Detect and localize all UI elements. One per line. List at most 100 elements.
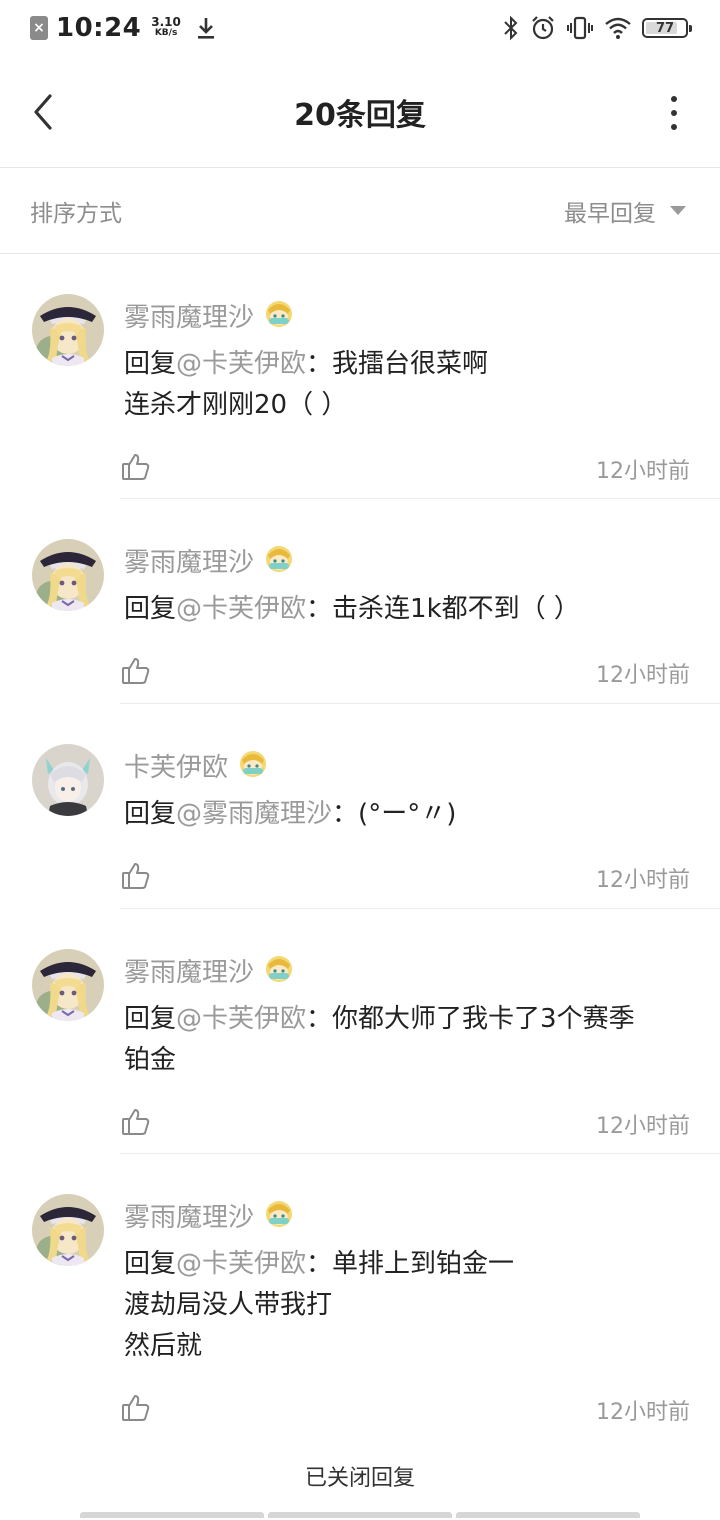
no-sim-icon: × [30,16,48,40]
nav-hint-bar [268,1512,452,1518]
bottom-navigation-hint [80,1512,640,1520]
app-bar: 20条回复 [0,56,720,168]
reply-mention[interactable]: @雾雨魔理沙 [176,799,332,829]
vibrate-icon [567,16,593,40]
level-badge-icon [262,296,296,334]
reply-text-line: 回复@卡芙伊欧：单排上到铂金一 [124,1244,690,1285]
download-icon [197,18,214,39]
reply-body: (°ー°〃) [358,799,457,829]
level-badge-icon [236,746,270,784]
sort-selected-value: 最早回复 [564,200,656,227]
level-badge-icon [262,951,296,989]
status-time: 10:24 [56,13,142,43]
reply-prefix: 回复 [124,1004,177,1034]
reply-text-line: 连杀才刚刚20（ ） [124,385,690,426]
reply-body: 然后就 [124,1331,203,1361]
reply-author-row: 雾雨魔理沙 [124,541,296,579]
reply-text-line: 回复@雾雨魔理沙：(°ー°〃) [124,794,690,835]
reply-text-line: 然后就 [124,1326,690,1367]
nav-hint-bar [80,1512,264,1518]
reply-text-line: 回复@卡芙伊欧：击杀连1k都不到（ ） [124,589,690,630]
reply-author-name[interactable]: 雾雨魔理沙 [124,297,254,334]
status-bar: × 10:24 3.10 KB/s 77 [0,0,720,56]
reply-body: 铂金 [124,1045,177,1075]
reply-body: 连杀才刚刚20（ ） [124,390,348,420]
reply-author-name[interactable]: 雾雨魔理沙 [124,1197,254,1234]
replies-closed-note: 已关闭回复 [304,1466,415,1491]
sort-label: 排序方式 [30,200,122,227]
battery-level: 77 [655,20,675,36]
bluetooth-icon [504,15,518,41]
avatar[interactable] [32,744,104,816]
reply-author-row: 卡芙伊欧 [124,746,270,784]
nav-hint-bar [456,1512,640,1518]
avatar[interactable] [32,1194,104,1266]
reply-body: 击杀连1k都不到（ ） [332,594,580,624]
thumbs-up-icon[interactable] [120,451,152,483]
reply-item[interactable]: 雾雨魔理沙回复@卡芙伊欧：单排上到铂金一渡劫局没人带我打 然后就 12小时前 [0,1154,720,1434]
reply-mention[interactable]: @卡芙伊欧 [176,349,306,379]
reply-timestamp: 12小时前 [596,459,690,484]
reply-colon: ： [306,1249,333,1279]
thumbs-up-icon[interactable] [120,1106,152,1138]
reply-author-row: 雾雨魔理沙 [124,296,296,334]
reply-timestamp: 12小时前 [596,663,690,688]
reply-colon: ： [306,594,333,624]
reply-item[interactable]: 雾雨魔理沙回复@卡芙伊欧：击杀连1k都不到（ ） 12小时前 [0,499,720,704]
reply-mention[interactable]: @卡芙伊欧 [176,1004,306,1034]
reply-colon: ： [306,1004,333,1034]
network-speed-unit: KB/s [154,28,178,38]
avatar[interactable] [32,949,104,1021]
reply-body: 我擂台很菜啊 [332,349,489,379]
page-title: 20条回复 [294,98,426,133]
status-left: × 10:24 3.10 KB/s [30,13,217,43]
reply-timestamp: 12小时前 [596,1400,690,1425]
reply-colon: ： [332,799,359,829]
avatar[interactable] [32,294,104,366]
reply-text-line: 渡劫局没人带我打 [124,1285,690,1326]
reply-text: 回复@卡芙伊欧：我擂台很菜啊连杀才刚刚20（ ） [124,344,690,426]
reply-item[interactable]: 雾雨魔理沙回复@卡芙伊欧：你都大师了我卡了3个赛季铂金 12小时前 [0,909,720,1154]
reply-prefix: 回复 [124,1249,177,1279]
reply-author-name[interactable]: 雾雨魔理沙 [124,542,254,579]
reply-mention[interactable]: @卡芙伊欧 [176,1249,306,1279]
reply-timestamp: 12小时前 [596,868,690,893]
sort-dropdown[interactable]: 最早回复 [564,194,686,228]
reply-item[interactable]: 卡芙伊欧回复@雾雨魔理沙：(°ー°〃) 12小时前 [0,704,720,909]
reply-timestamp: 12小时前 [596,1114,690,1139]
level-badge-icon [262,1196,296,1234]
reply-author-name[interactable]: 雾雨魔理沙 [124,952,254,989]
reply-text-line: 铂金 [124,1040,690,1081]
avatar[interactable] [32,539,104,611]
reply-text-line: 回复@卡芙伊欧：我擂台很菜啊 [124,344,690,385]
network-speed-value: 3.10 [151,15,181,29]
reply-body: 单排上到铂金一 [332,1249,515,1279]
status-right: 77 [502,15,692,41]
thumbs-up-icon[interactable] [120,655,152,687]
reply-item[interactable]: 雾雨魔理沙回复@卡芙伊欧：我擂台很菜啊连杀才刚刚20（ ） 12小时前 [0,254,720,499]
alarm-icon [532,16,554,40]
reply-author-name[interactable]: 卡芙伊欧 [124,747,228,784]
thumbs-up-icon[interactable] [120,860,152,892]
reply-prefix: 回复 [124,799,177,829]
reply-text: 回复@卡芙伊欧：单排上到铂金一渡劫局没人带我打 然后就 [124,1244,690,1367]
reply-text-line: 回复@卡芙伊欧：你都大师了我卡了3个赛季 [124,999,690,1040]
reply-body: 渡劫局没人带我打 [124,1290,333,1320]
thumbs-up-icon[interactable] [120,1392,152,1424]
level-badge-icon [262,541,296,579]
network-speed: 3.10 KB/s [151,15,181,39]
reply-text: 回复@卡芙伊欧：你都大师了我卡了3个赛季铂金 [124,999,690,1081]
reply-prefix: 回复 [124,349,177,379]
reply-body: 你都大师了我卡了3个赛季 [332,1004,635,1034]
reply-colon: ： [306,349,333,379]
wifi-icon [605,17,631,39]
reply-text: 回复@卡芙伊欧：击杀连1k都不到（ ） [124,589,690,630]
reply-mention[interactable]: @卡芙伊欧 [176,594,306,624]
caret-down-icon [670,206,686,215]
reply-prefix: 回复 [124,594,177,624]
sort-bar: 排序方式 最早回复 [0,168,720,254]
reply-author-row: 雾雨魔理沙 [124,951,296,989]
reply-author-row: 雾雨魔理沙 [124,1196,296,1234]
more-vertical-icon[interactable] [668,96,680,130]
reply-text: 回复@雾雨魔理沙：(°ー°〃) [124,794,690,835]
